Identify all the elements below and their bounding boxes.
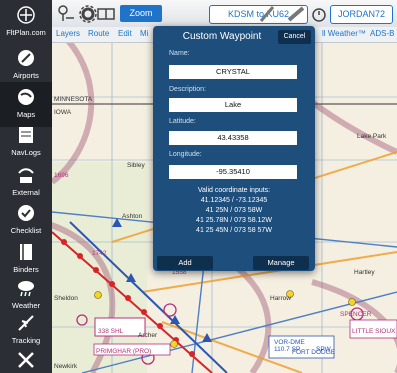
top-toolbar: Zoom KDSM to KU62 JORDAN72 bbox=[0, 0, 397, 28]
menu-edit[interactable]: Edit bbox=[118, 29, 132, 38]
map-label-iowa: IOWA bbox=[54, 109, 72, 116]
menu-route[interactable]: Route bbox=[88, 29, 109, 38]
zoom-button[interactable]: Zoom bbox=[120, 5, 162, 22]
map-label-1696: 1696 bbox=[54, 172, 69, 179]
checklist-icon bbox=[18, 205, 34, 221]
latitude-label: Latitude: bbox=[169, 118, 196, 125]
weather-icon bbox=[18, 281, 34, 297]
map-label-spw: SPW bbox=[316, 346, 332, 353]
map-label-sheldon-freq: 338 SHL bbox=[98, 328, 124, 335]
pencil-icon[interactable] bbox=[258, 4, 278, 24]
custom-waypoint-dialog: Custom Waypoint Cancel Name: CRYSTAL Des… bbox=[153, 26, 315, 271]
latitude-field[interactable]: 43.43358 bbox=[169, 131, 297, 145]
valid-input-line: 41 25.78N / 073 58.12W bbox=[196, 217, 272, 224]
location-icon[interactable] bbox=[56, 4, 76, 24]
sidebar-item-label: External bbox=[12, 188, 40, 197]
map-label-newkirk: Newkirk bbox=[54, 363, 78, 370]
timer-icon[interactable] bbox=[309, 4, 329, 24]
menu-layers[interactable]: Layers bbox=[56, 29, 80, 38]
sidebar-item-label: Maps bbox=[16, 110, 36, 119]
airport-icon bbox=[18, 50, 34, 66]
sidebar-brand-label: FltPlan.com bbox=[6, 28, 46, 37]
map-label-sibley: Sibley bbox=[127, 162, 145, 169]
map-label-lake-park: Lake Park bbox=[357, 133, 387, 140]
sidebar-item-navlogs[interactable]: NavLogs bbox=[0, 120, 52, 165]
map-label-hartley: Hartley bbox=[354, 269, 375, 276]
user-button[interactable]: JORDAN72 bbox=[330, 5, 393, 24]
longitude-label: Longitude: bbox=[169, 151, 202, 158]
navlog-icon bbox=[19, 127, 33, 143]
map-label-primghar-box: PRIMGHAR (PRO) bbox=[96, 348, 151, 355]
map-label-vor-dme: VOR-DME bbox=[274, 339, 305, 346]
valid-inputs-title: Valid coordinate inputs: bbox=[197, 187, 271, 194]
longitude-field[interactable]: -95.35410 bbox=[169, 165, 297, 179]
map-label-spencer: SPENCER bbox=[340, 311, 372, 318]
sidebar-item-label: NavLogs bbox=[11, 148, 41, 157]
tools-icon bbox=[18, 352, 34, 368]
valid-input-line: 41.12345 / -73.12345 bbox=[200, 197, 268, 204]
map-label-freq: 110.7 SP bbox=[274, 346, 300, 353]
map-label-1742: 1742 bbox=[92, 250, 107, 257]
ruler-icon[interactable] bbox=[287, 4, 307, 24]
menu-mi[interactable]: Mi bbox=[140, 29, 148, 38]
valid-input-line: 41 25N / 073 58W bbox=[205, 207, 263, 214]
name-field[interactable]: CRYSTAL bbox=[169, 65, 297, 79]
cancel-button[interactable]: Cancel bbox=[278, 30, 311, 44]
plane-icon bbox=[18, 315, 34, 331]
map-label-harrow: Harrow bbox=[270, 295, 291, 302]
name-label: Name: bbox=[169, 50, 190, 57]
fltplan-logo-icon bbox=[17, 6, 35, 24]
globe-icon bbox=[18, 89, 34, 105]
map-label-sheldon: Sheldon bbox=[54, 295, 78, 302]
map-label-archer: Archer bbox=[138, 332, 158, 339]
wifi-icon bbox=[18, 168, 34, 183]
sidebar-item-label: Checklist bbox=[10, 226, 42, 235]
valid-input-line: 41 25 45N / 073 58 57W bbox=[196, 227, 272, 234]
left-sidebar: FltPlan.com Airports Maps NavLogs Extern… bbox=[0, 0, 52, 373]
dialog-title: Custom Waypoint bbox=[182, 31, 262, 42]
binder-icon bbox=[20, 244, 32, 260]
add-button[interactable]: Add bbox=[157, 256, 213, 270]
map-label-little-sioux: LITTLE SIOUX bbox=[352, 328, 396, 335]
map-label-ashton: Ashton bbox=[122, 213, 143, 220]
description-label: Description: bbox=[169, 86, 206, 93]
sidebar-item-tools[interactable] bbox=[0, 345, 52, 373]
menu-ads-b[interactable]: ADS-B bbox=[370, 29, 394, 38]
menu-weather[interactable]: ll Weather™ bbox=[322, 29, 366, 38]
description-field[interactable]: Lake bbox=[169, 98, 297, 112]
layout-icon[interactable] bbox=[96, 4, 116, 24]
sidebar-item-label: Airports bbox=[13, 71, 39, 80]
sidebar-brand[interactable]: FltPlan.com bbox=[0, 0, 52, 45]
app-window: MINNESOTA IOWA Sibley Ashton Sheldon Arc… bbox=[0, 0, 397, 373]
manage-button[interactable]: Manage bbox=[253, 256, 309, 270]
map-label-minnesota: MINNESOTA bbox=[54, 96, 93, 103]
sidebar-item-label: Tracking bbox=[11, 336, 41, 345]
gear-icon[interactable] bbox=[78, 4, 98, 24]
